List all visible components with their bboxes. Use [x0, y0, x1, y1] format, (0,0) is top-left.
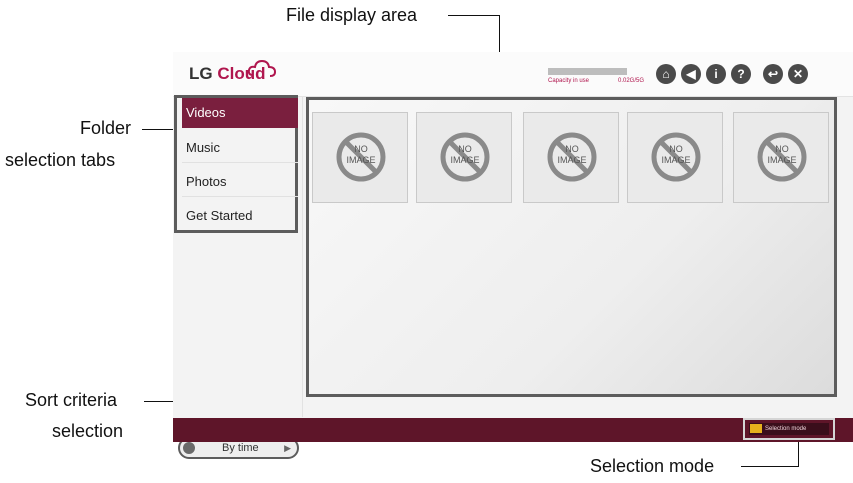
capacity-label: Capacity in use — [548, 78, 590, 84]
no-image-line2: IMAGE — [661, 155, 691, 165]
no-image-line2: IMAGE — [346, 155, 376, 165]
tab-photos[interactable]: Photos — [182, 167, 298, 197]
sort-criteria-callout: Sort criteria — [25, 390, 118, 410]
selection-mode-inner: Selection mode — [749, 423, 829, 435]
file-display-area-callout: File display area — [286, 5, 418, 25]
callout-line — [798, 440, 799, 467]
folder-tabs: Videos Music Photos Get Started — [174, 95, 298, 233]
selection-mode-callout: Selection mode — [590, 456, 715, 476]
announce-icon[interactable]: ◀ — [681, 64, 701, 84]
callout-line — [741, 466, 799, 467]
file-thumbnail[interactable]: NO IMAGE — [733, 112, 829, 203]
bottom-bar: Selection mode — [173, 418, 853, 442]
file-thumbnail[interactable]: NO IMAGE — [523, 112, 619, 203]
no-image-line2: IMAGE — [767, 155, 797, 165]
tab-videos[interactable]: Videos — [182, 98, 298, 128]
sort-toggle-icon — [183, 442, 195, 454]
info-icon[interactable]: i — [706, 64, 726, 84]
no-image-line1: NO — [775, 144, 789, 154]
file-thumbnail[interactable]: NO IMAGE — [627, 112, 723, 203]
selection-mode-button[interactable]: Selection mode — [743, 418, 835, 440]
file-thumbnail[interactable]: NO IMAGE — [312, 112, 408, 203]
selection-mode-icon — [750, 424, 762, 433]
tab-get-started[interactable]: Get Started — [182, 201, 298, 231]
no-image-line1: NO — [565, 144, 579, 154]
help-icon[interactable]: ? — [731, 64, 751, 84]
no-image-line1: NO — [354, 144, 368, 154]
capacity-indicator: Capacity in use 0.02G/5G — [548, 68, 644, 84]
no-image-line1: NO — [669, 144, 683, 154]
no-image-label: NO IMAGE — [546, 144, 598, 166]
logo-prefix: LG — [189, 64, 218, 83]
sort-criteria-callout-line2: selection — [52, 421, 124, 441]
callout-line — [448, 15, 500, 16]
file-display-area: NO IMAGE NO IMAGE NO IMAGE NO IMAGE NO IMAGE — [306, 97, 837, 397]
close-icon[interactable]: ✕ — [788, 64, 808, 84]
no-image-line2: IMAGE — [450, 155, 480, 165]
folder-tabs-callout-line2: selection tabs — [5, 150, 116, 170]
no-image-label: NO IMAGE — [756, 144, 808, 166]
lg-cloud-app: LG Cloud Capacity in use 0.02G/5G ⌂ ◀ i … — [173, 52, 853, 459]
back-icon[interactable]: ↩ — [763, 64, 783, 84]
home-icon[interactable]: ⌂ — [656, 64, 676, 84]
no-image-label: NO IMAGE — [335, 144, 387, 166]
capacity-value: 0.02G/5G — [618, 78, 645, 84]
no-image-label: NO IMAGE — [439, 144, 491, 166]
capacity-bar — [548, 68, 627, 75]
cloud-icon — [247, 59, 277, 77]
file-thumbnail[interactable]: NO IMAGE — [416, 112, 512, 203]
tab-music[interactable]: Music — [182, 133, 298, 163]
sidebar: Videos Music Photos Get Started By time … — [173, 95, 303, 459]
no-image-line1: NO — [458, 144, 472, 154]
app-logo: LG Cloud — [189, 59, 277, 84]
folder-tabs-callout: Folder — [80, 118, 132, 138]
no-image-line2: IMAGE — [557, 155, 587, 165]
no-image-label: NO IMAGE — [650, 144, 702, 166]
top-bar: LG Cloud Capacity in use 0.02G/5G ⌂ ◀ i … — [173, 52, 853, 97]
selection-mode-label: Selection mode — [765, 426, 807, 432]
